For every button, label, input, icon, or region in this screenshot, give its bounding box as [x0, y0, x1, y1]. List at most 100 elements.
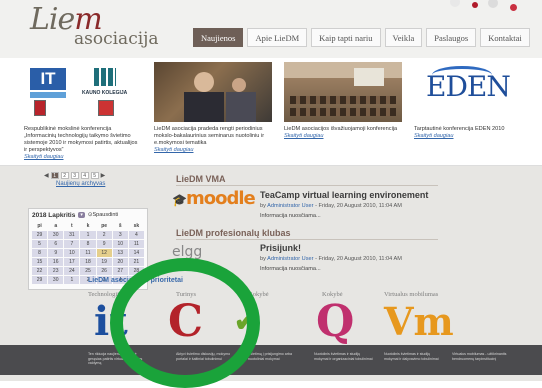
- feature-read-more[interactable]: Skaityti daugiau: [284, 133, 402, 139]
- club-post-title[interactable]: Prisijunk!: [260, 243, 301, 253]
- feature-read-more[interactable]: Skaityti daugiau: [414, 133, 532, 139]
- calendar-day[interactable]: 27: [112, 267, 128, 275]
- calendar-day-header: t: [71, 223, 73, 229]
- calendar-day[interactable]: 17: [64, 258, 80, 266]
- calendar-day[interactable]: 18: [80, 258, 96, 266]
- calendar-day[interactable]: 10: [64, 249, 80, 257]
- calendar-day[interactable]: 2: [96, 231, 112, 239]
- vma-post-more: Informacija nuosčiama...: [260, 213, 321, 219]
- club-post-more: Informacija nuosčiama...: [260, 266, 321, 272]
- calendar-day[interactable]: 12: [96, 249, 112, 257]
- calendar-day-header: pe: [101, 223, 108, 229]
- calendar-day[interactable]: 30: [48, 231, 64, 239]
- feature-image-conference: [284, 62, 402, 122]
- pager-page[interactable]: 5: [90, 172, 99, 179]
- calendar-day-header: sk: [133, 223, 140, 229]
- feature-item[interactable]: IT KAUNO KOLEGIJA Respublikinė mokslinė …: [24, 62, 142, 160]
- site-footer: Ten rikiuoja naujienas, veiklą ir gerąsi…: [0, 345, 542, 375]
- liedm-logo[interactable]: Liem asociacija: [30, 2, 180, 52]
- logo-script-text: Lie: [30, 2, 75, 37]
- calendar-day[interactable]: 29: [32, 276, 48, 284]
- calendar-day[interactable]: 11: [128, 240, 144, 248]
- calendar-dropdown-icon[interactable]: ▾: [78, 212, 85, 218]
- feature-item[interactable]: EDEN Tarptautinė konferencija EDEN 2010 …: [414, 62, 532, 139]
- calendar-day[interactable]: 8: [32, 249, 48, 257]
- calendar-day[interactable]: 15: [32, 258, 48, 266]
- calendar-day[interactable]: 8: [80, 240, 96, 248]
- section-title-vma: LieDM VMA: [176, 174, 226, 184]
- calendar-day[interactable]: 16: [48, 258, 64, 266]
- calendar-day[interactable]: 22: [32, 267, 48, 275]
- calendar-print[interactable]: ⊙Spausdinti: [88, 212, 118, 218]
- nav-veikla[interactable]: Veikla: [384, 28, 423, 47]
- calendar-day[interactable]: 3: [112, 231, 128, 239]
- feature-text: LieDM asociacija pradeda rengti periodin…: [154, 126, 265, 146]
- calendar-day[interactable]: 29: [32, 231, 48, 239]
- calendar-day[interactable]: 5: [32, 240, 48, 248]
- nav-paslaugos[interactable]: Paslaugos: [426, 28, 477, 47]
- priority-q-icon[interactable]: Q: [316, 300, 354, 344]
- decorative-balls: [430, 0, 542, 18]
- nav-apie[interactable]: Apie LieDM: [247, 28, 308, 47]
- club-author-link[interactable]: Administrator User: [267, 256, 313, 262]
- calendar-day[interactable]: 13: [112, 249, 128, 257]
- feature-item[interactable]: LieDM asociacijos išvažiuojamoji konfere…: [284, 62, 402, 139]
- priority-vm-icon[interactable]: Vm: [384, 302, 454, 342]
- calendar-day[interactable]: 11: [80, 249, 96, 257]
- feature-text: Tarptautinė konferencija EDEN 2010: [414, 126, 505, 132]
- footer-column: Kvietimą į prisijungimo arba nuotoliniai…: [248, 352, 292, 361]
- calendar-day-header: a: [54, 223, 58, 229]
- feature-image-eden: EDEN: [414, 62, 532, 122]
- nav-naujienos[interactable]: Naujienos: [193, 28, 244, 47]
- site-header: Liem asociacija Naujienos Apie LieDM Kai…: [0, 0, 542, 58]
- calendar-day[interactable]: 31: [64, 231, 80, 239]
- next-arrow-icon[interactable]: ▶: [101, 172, 106, 179]
- moodle-logo-text: moodle: [185, 188, 256, 209]
- feature-read-more[interactable]: Skaityti daugiau: [24, 154, 142, 160]
- kauno-kolegija-label: KAUNO KOLEGIJA: [82, 90, 128, 96]
- calendar-day[interactable]: 20: [112, 258, 128, 266]
- calendar-day[interactable]: 24: [64, 267, 80, 275]
- calendar-day[interactable]: 1: [64, 276, 80, 284]
- it-logo-box: IT: [30, 68, 66, 90]
- calendar-day[interactable]: 21: [128, 258, 144, 266]
- moodle-logo[interactable]: 🎓moodle: [172, 188, 256, 209]
- footer-column: Nuotolinis švietimas ir studijų mokymai …: [384, 352, 439, 361]
- vma-post-meta: by Administrator User - Friday, 20 Augus…: [260, 203, 402, 209]
- vma-post-title[interactable]: TeaCamp virtual learning environement: [260, 190, 428, 200]
- calendar-day[interactable]: 9: [96, 240, 112, 248]
- feature-item[interactable]: LieDM asociacija pradeda rengti periodin…: [154, 62, 272, 153]
- nav-kaip-tapti-nariu[interactable]: Kaip tapti nariu: [311, 28, 381, 47]
- calendar-day-header: pi: [37, 223, 42, 229]
- highlight-ring: [110, 258, 260, 388]
- calendar-day[interactable]: 9: [48, 249, 64, 257]
- club-post-meta: by Administrator User - Friday, 20 Augus…: [260, 256, 402, 262]
- news-archive-link[interactable]: Naujienų archyvas: [56, 181, 105, 187]
- calendar-day[interactable]: 10: [112, 240, 128, 248]
- calendar-day[interactable]: 7: [64, 240, 80, 248]
- calendar-day[interactable]: 1: [80, 231, 96, 239]
- news-features: IT KAUNO KOLEGIJA Respublikinė mokslinė …: [0, 58, 542, 166]
- calendar-print-label: Spausdinti: [92, 212, 119, 218]
- pager-page[interactable]: 2: [60, 172, 69, 179]
- calendar-day[interactable]: 25: [80, 267, 96, 275]
- calendar-day[interactable]: 14: [128, 249, 144, 257]
- calendar-grid: pi a t k pe š sk 29 30 31 1 2 3 4 5 6 7 8 9 10 11 8 9 10 11 12 13 1…: [29, 221, 147, 285]
- logo-subtitle: asociacija: [74, 29, 159, 49]
- feature-image-seminar: [154, 62, 272, 122]
- prev-arrow-icon[interactable]: ◀: [44, 172, 49, 179]
- calendar-day[interactable]: 23: [48, 267, 64, 275]
- feature-text: LieDM asociacijos išvažiuojamoji konfere…: [284, 126, 398, 132]
- pager-page[interactable]: 1: [50, 172, 59, 179]
- pager-page[interactable]: 3: [70, 172, 79, 179]
- calendar-day[interactable]: 26: [96, 267, 112, 275]
- feature-read-more[interactable]: Skaityti daugiau: [154, 147, 272, 153]
- calendar-day[interactable]: 19: [96, 258, 112, 266]
- feature-text: Respublikinė mokslinė konferencija „Info…: [24, 126, 138, 153]
- calendar-day[interactable]: 30: [48, 276, 64, 284]
- calendar-day[interactable]: 6: [48, 240, 64, 248]
- vma-author-link[interactable]: Administrator User: [267, 203, 313, 209]
- nav-kontaktai[interactable]: Kontaktai: [480, 28, 530, 47]
- calendar-day[interactable]: 4: [128, 231, 144, 239]
- pager-page[interactable]: 4: [80, 172, 89, 179]
